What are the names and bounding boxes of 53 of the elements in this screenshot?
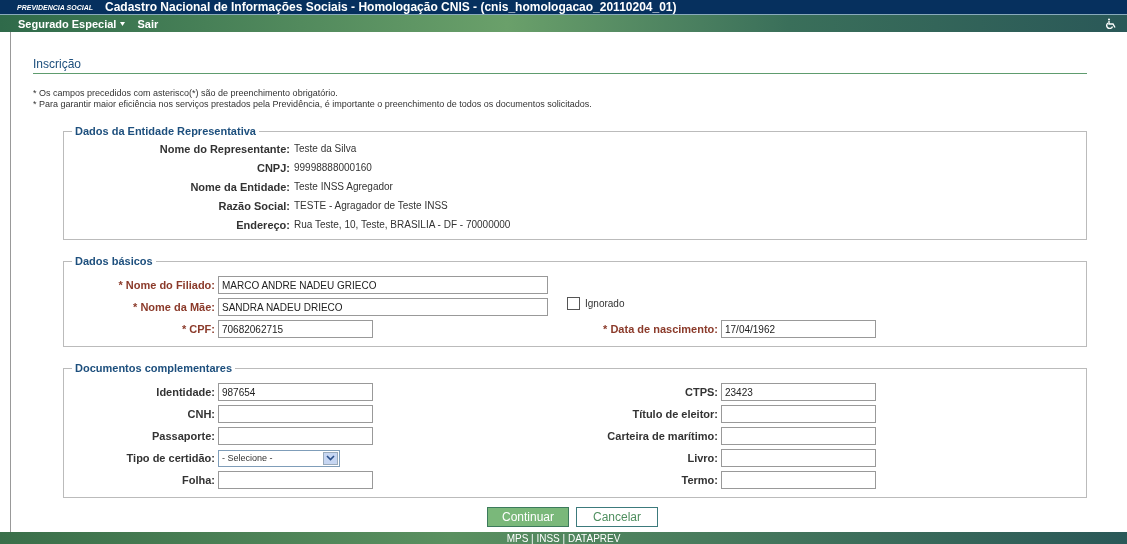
input-field[interactable] — [218, 405, 373, 423]
field-label: * Data de nascimento: — [602, 323, 718, 335]
field-label: Nome da Entidade: — [189, 180, 291, 193]
cancel-button[interactable]: Cancelar — [576, 507, 658, 527]
input-field[interactable]: MARCO ANDRE NADEU GRIECO — [218, 276, 548, 294]
input-field[interactable]: 17/04/1962 — [721, 320, 876, 338]
field-label: Identidade: — [155, 386, 215, 398]
wheelchair-icon[interactable] — [1106, 18, 1117, 29]
fieldset-legend: Dados da Entidade Representativa — [72, 125, 259, 137]
field-value: Teste da Silva — [294, 143, 357, 154]
field-label: Livro: — [686, 452, 718, 464]
fieldset-legend: Dados básicos — [72, 255, 156, 267]
menu-item[interactable]: Sair — [137, 17, 159, 30]
fieldset-legend: Documentos complementares — [72, 362, 236, 374]
input-field[interactable]: 70682062715 — [218, 320, 373, 338]
field-value: TESTE - Agragador de Teste INSS — [294, 200, 448, 211]
input-field[interactable]: 23423 — [721, 383, 876, 401]
window-title: Cadastro Nacional de Informações Sociais - Homologação CNIS - (cnis_homologacao_20110204_01) — [105, 0, 677, 14]
field-label: * Nome da Mãe: — [132, 301, 215, 313]
page-title: Inscrição — [33, 57, 1087, 74]
field-value: Rua Teste, 10, Teste, BRASILIA - DF - 70000000 — [294, 219, 511, 230]
input-field[interactable] — [218, 427, 373, 445]
field-label: CTPS: — [684, 386, 718, 398]
field-label: * CPF: — [181, 323, 215, 335]
field-label: Endereço: — [235, 218, 291, 231]
note-text: * Os campos precedidos com asterisco(*) são de preenchimento obrigatório. — [33, 88, 339, 99]
input-field[interactable]: SANDRA NADEU DRIECO — [218, 298, 548, 316]
field-label: CNH: — [186, 408, 215, 420]
input-field[interactable] — [721, 449, 876, 467]
field-label: * Nome do Filiado: — [117, 279, 215, 291]
menu-item[interactable]: Segurado Especial — [18, 17, 117, 30]
field-label: Razão Social: — [217, 199, 291, 212]
field-label: Tipo de certidão: — [125, 452, 215, 464]
field-label: Nome do Representante: — [158, 142, 291, 155]
field-label: CNPJ: — [256, 161, 291, 174]
checkbox-label: Ignorado — [585, 297, 625, 309]
field-label: Termo: — [680, 474, 718, 486]
field-value: 99998888000160 — [294, 162, 372, 173]
checkbox[interactable] — [567, 296, 580, 310]
dropdown-field[interactable]: - Selecione - — [218, 449, 340, 467]
input-field[interactable] — [721, 405, 876, 423]
field-label: Passaporte: — [151, 430, 215, 442]
input-field[interactable] — [721, 427, 876, 445]
field-label: Folha: — [181, 474, 215, 486]
input-field[interactable]: 987654 — [218, 383, 373, 401]
field-label: Carteira de marítimo: — [606, 430, 718, 442]
chevron-icon — [323, 451, 338, 465]
input-field[interactable] — [218, 471, 373, 489]
input-field[interactable] — [721, 471, 876, 489]
note-text: * Para garantir maior eficiência nos serviços prestados pela Previdência, é importante o preenchimento de todos os documentos solicitados. — [33, 99, 593, 110]
field-value: Teste INSS Agregador — [294, 181, 393, 192]
footer-text: MPS | INSS | DATAPREV — [506, 533, 621, 544]
field-label: Título de eleitor: — [631, 408, 718, 420]
